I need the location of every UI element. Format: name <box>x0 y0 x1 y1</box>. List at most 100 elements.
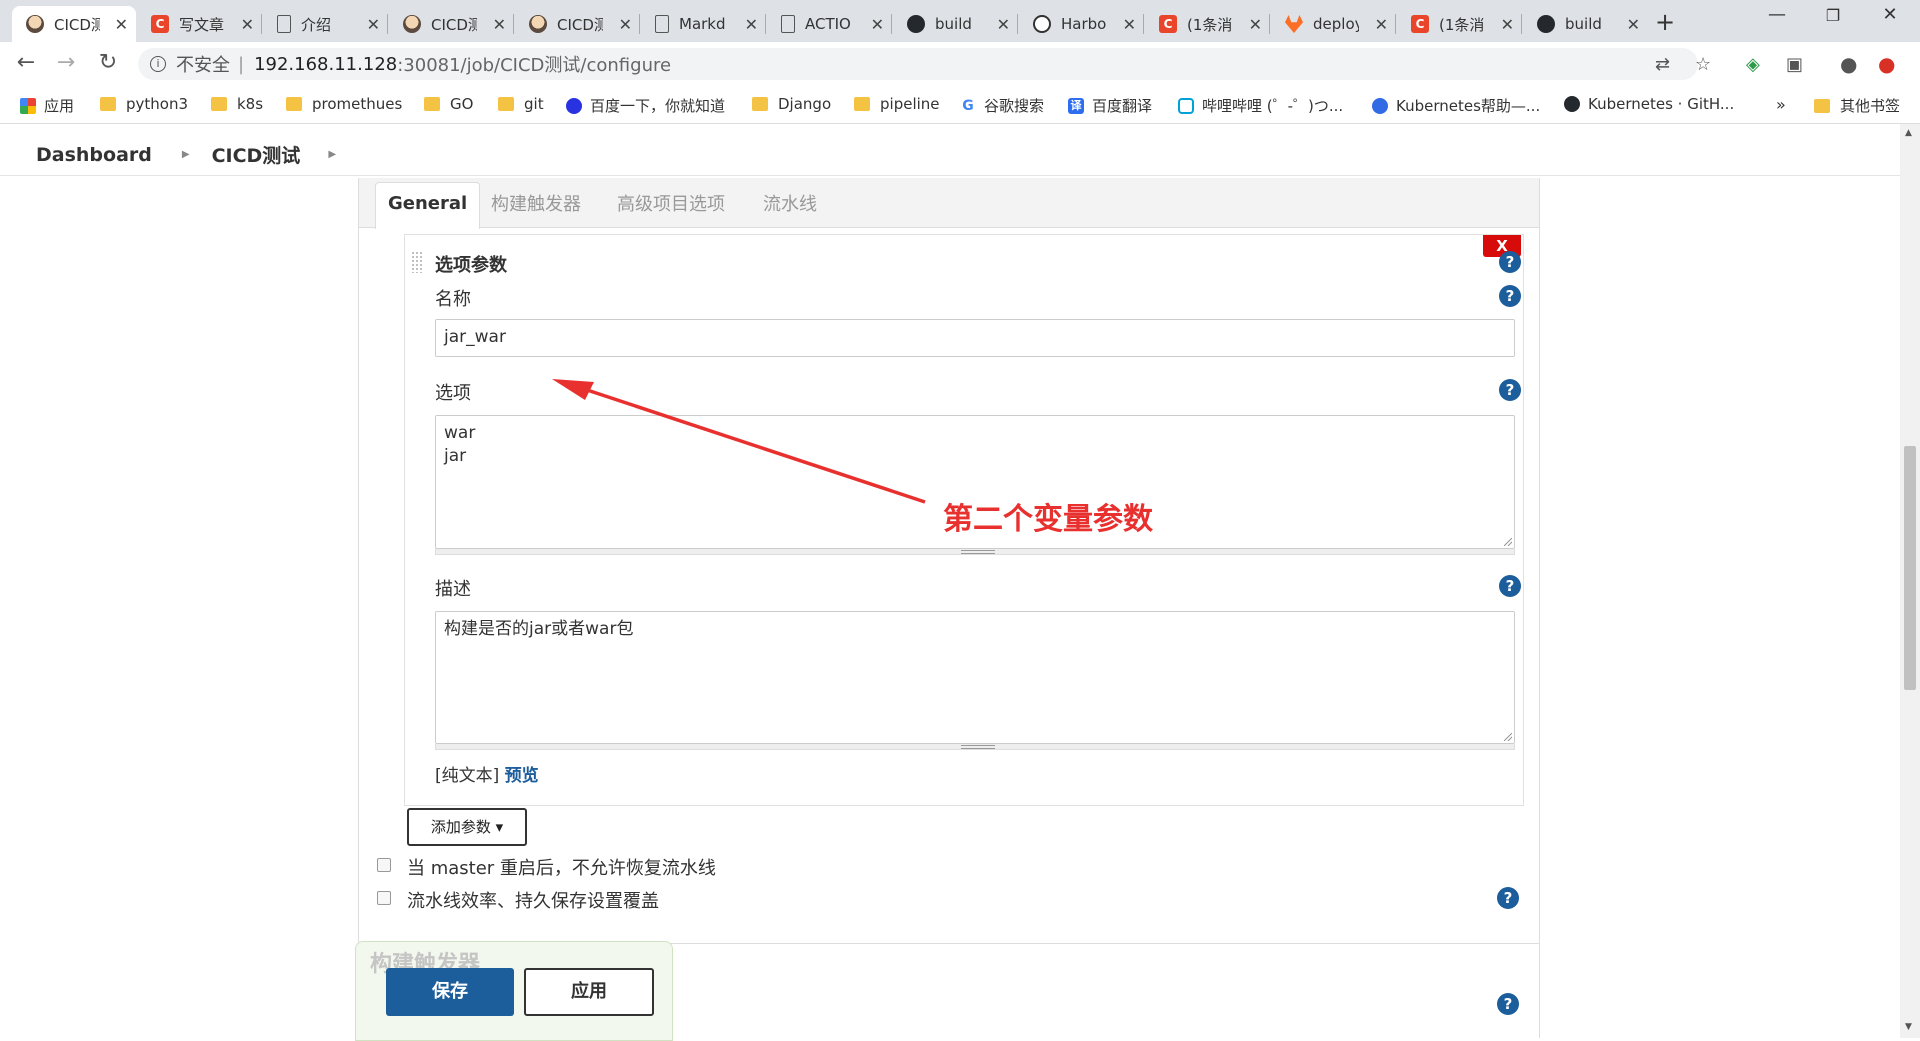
restore-window-icon[interactable]: ❐ <box>1818 6 1848 25</box>
translate-icon[interactable]: ⇄ <box>1655 54 1670 75</box>
tab-title: (1条消息 <box>1187 15 1233 34</box>
help-icon[interactable]: ? <box>1497 993 1519 1015</box>
apply-button[interactable]: 应用 <box>524 968 654 1016</box>
markup-format: [纯文本] 预览 <box>435 761 539 786</box>
extension-icon[interactable]: ◈ <box>1746 54 1760 75</box>
tab-advanced-options[interactable]: 高级项目选项 <box>617 190 725 216</box>
apps-grid-icon <box>20 97 36 114</box>
help-icon[interactable]: ? <box>1499 251 1521 273</box>
bookmarks-overflow-chevron[interactable]: » <box>1776 95 1786 114</box>
help-icon[interactable]: ? <box>1499 285 1521 307</box>
bookmark-star-icon[interactable]: ☆ <box>1695 54 1711 75</box>
durability-override-checkbox[interactable] <box>377 891 391 905</box>
browser-tab[interactable]: Harbor ✕ <box>1019 6 1144 42</box>
bookmark-folder[interactable]: promethues <box>286 95 402 113</box>
breadcrumb-job[interactable]: CICD测试 <box>212 141 301 168</box>
close-tab-icon[interactable]: ✕ <box>1123 15 1136 34</box>
bookmark-folder[interactable]: python3 <box>100 95 188 113</box>
bookmark-link[interactable]: 哔哩哔哩 (゜-゜)つ... <box>1178 95 1343 116</box>
close-tab-icon[interactable]: ✕ <box>367 15 380 34</box>
browser-tab[interactable]: ACTION ✕ <box>767 6 892 42</box>
close-tab-icon[interactable]: ✕ <box>1249 15 1262 34</box>
close-tab-icon[interactable]: ✕ <box>115 15 128 34</box>
bookmark-folder[interactable]: k8s <box>211 95 263 113</box>
description-textarea[interactable]: 构建是否的jar或者war包 <box>435 611 1515 744</box>
browser-tab[interactable]: 介绍 ✕ <box>263 6 388 42</box>
bookmark-link[interactable]: 百度一下，你就知道 <box>566 95 725 116</box>
bookmark-folder[interactable]: Django <box>752 95 831 113</box>
drag-handle-icon[interactable] <box>411 251 423 273</box>
resize-grip-icon[interactable] <box>1504 733 1512 741</box>
close-tab-icon[interactable]: ✕ <box>1375 15 1388 34</box>
breadcrumb-caret-icon[interactable]: ▶ <box>328 149 336 160</box>
reload-icon[interactable]: ↻ <box>94 50 122 75</box>
resize-grip-icon[interactable] <box>1504 538 1512 546</box>
tab-title: build <box>935 15 972 33</box>
browser-tab[interactable]: Markdown ✕ <box>641 6 766 42</box>
browser-tab[interactable]: build ✕ <box>1523 6 1648 42</box>
tab-pipeline[interactable]: 流水线 <box>763 190 817 216</box>
new-tab-plus-icon[interactable]: + <box>1655 8 1675 36</box>
page-scrollbar[interactable]: ▲ ▼ <box>1900 124 1920 1038</box>
tab-build-triggers[interactable]: 构建触发器 <box>491 190 581 216</box>
bookmark-folder[interactable]: git <box>498 95 544 113</box>
breadcrumb-caret-icon[interactable]: ▶ <box>182 149 190 160</box>
info-icon[interactable]: i <box>150 56 166 72</box>
bookmark-label: pipeline <box>880 95 940 113</box>
bookmark-link[interactable]: 译百度翻译 <box>1068 95 1152 116</box>
bookmark-other-folder[interactable]: 其他书签 <box>1814 95 1900 116</box>
close-window-icon[interactable]: ✕ <box>1875 4 1905 25</box>
add-parameter-button[interactable]: 添加参数 ▾ <box>407 808 527 846</box>
close-tab-icon[interactable]: ✕ <box>241 15 254 34</box>
browser-tab[interactable]: C (1条消息 ✕ <box>1397 6 1522 42</box>
breadcrumb-dashboard[interactable]: Dashboard <box>36 144 152 166</box>
textarea-expand-handle[interactable] <box>435 549 1515 555</box>
help-icon[interactable]: ? <box>1499 575 1521 597</box>
browser-tab-cicd[interactable]: CICD测试 ✕ <box>12 6 136 42</box>
bookmark-link[interactable]: G 谷歌搜索 <box>960 95 1044 116</box>
bookmark-link[interactable]: Kubernetes · GitH... <box>1564 95 1734 113</box>
no-resume-checkbox[interactable] <box>377 858 391 872</box>
browser-tab[interactable]: CICD测 ✕ <box>389 6 514 42</box>
browser-tab[interactable]: C (1条消息 ✕ <box>1145 6 1270 42</box>
close-tab-icon[interactable]: ✕ <box>493 15 506 34</box>
format-preview-link[interactable]: 预览 <box>505 766 539 786</box>
browser-tab[interactable]: build ✕ <box>893 6 1018 42</box>
browser-tab[interactable]: C 写文章 ✕ <box>137 6 262 42</box>
help-icon[interactable]: ? <box>1497 887 1519 909</box>
name-input[interactable]: jar_war <box>435 319 1515 357</box>
extension-x-icon[interactable]: ▣ <box>1786 54 1803 75</box>
save-bar: 构建触发器 保存 应用 <box>355 941 673 1041</box>
bookmark-folder[interactable]: pipeline <box>854 95 940 113</box>
browser-tab[interactable]: deploy ✕ <box>1271 6 1396 42</box>
back-arrow-icon[interactable]: ← <box>12 50 40 75</box>
scroll-down-icon[interactable]: ▼ <box>1905 1022 1912 1032</box>
forward-arrow-icon[interactable]: → <box>52 50 80 75</box>
close-tab-icon[interactable]: ✕ <box>1501 15 1514 34</box>
jenkins-icon <box>403 15 421 33</box>
bookmark-folder[interactable]: GO <box>424 95 473 113</box>
close-tab-icon[interactable]: ✕ <box>997 15 1010 34</box>
minimize-icon[interactable]: — <box>1762 4 1792 25</box>
bookmark-label: promethues <box>312 95 403 113</box>
address-bar[interactable]: i 不安全 | 192.168.11.128:30081/job/CICD测试/… <box>138 48 1698 80</box>
help-icon[interactable]: ? <box>1499 379 1521 401</box>
close-tab-icon[interactable]: ✕ <box>871 15 884 34</box>
browser-tab[interactable]: CICD测 ✕ <box>515 6 640 42</box>
update-menu-icon[interactable]: ● <box>1878 52 1895 76</box>
save-button[interactable]: 保存 <box>386 968 514 1016</box>
bookmark-label: git <box>524 95 544 113</box>
baidu-paw-icon <box>566 97 582 114</box>
close-tab-icon[interactable]: ✕ <box>1627 15 1640 34</box>
bookmark-label: 哔哩哔哩 (゜-゜)つ... <box>1202 97 1344 115</box>
tab-general[interactable]: General <box>375 182 481 229</box>
bookmark-label: python3 <box>126 95 189 113</box>
textarea-expand-handle[interactable] <box>435 744 1515 750</box>
scrollbar-thumb[interactable] <box>1904 446 1916 690</box>
bookmark-link[interactable]: Kubernetes帮助—... <box>1372 95 1540 116</box>
scroll-up-icon[interactable]: ▲ <box>1905 128 1912 138</box>
bookmark-apps[interactable]: 应用 <box>20 95 74 116</box>
profile-avatar-icon[interactable]: ● <box>1840 52 1857 76</box>
close-tab-icon[interactable]: ✕ <box>745 15 758 34</box>
close-tab-icon[interactable]: ✕ <box>619 15 632 34</box>
